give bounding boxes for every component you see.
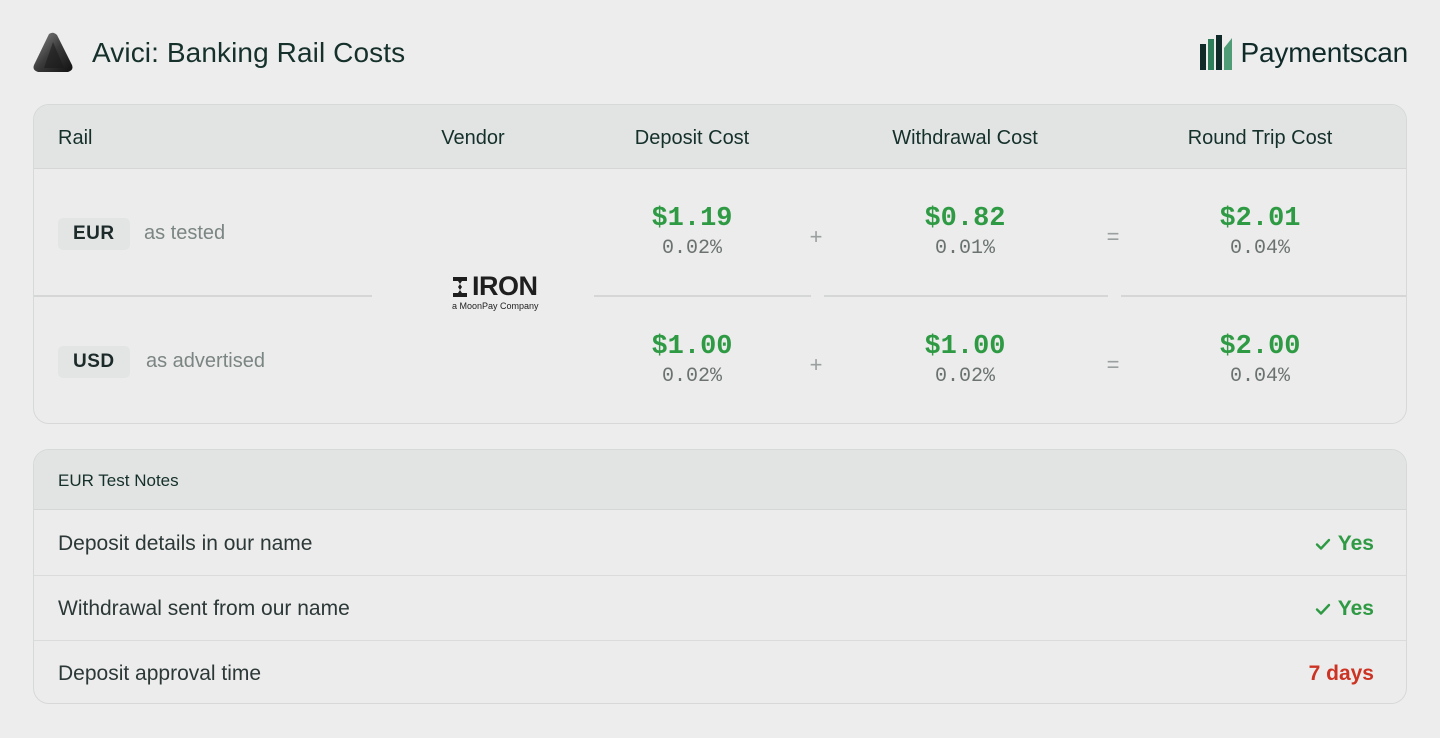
round-trip-amount: $2.00	[1219, 332, 1301, 362]
paymentscan-logo-icon	[1199, 35, 1232, 70]
rail-badge-eur: EUR	[58, 218, 130, 250]
rail-costs-table: Rail Vendor Deposit Cost Withdrawal Cost…	[33, 104, 1407, 424]
row-divider	[576, 295, 811, 297]
vendor-tagline: a MoonPay Company	[452, 301, 539, 311]
equals-operator: =	[1106, 224, 1120, 249]
note-label: Deposit approval time	[58, 662, 262, 685]
withdrawal-amount: $0.82	[924, 204, 1006, 234]
column-header-vendor: Vendor	[441, 127, 505, 149]
iron-mark-icon	[453, 276, 467, 297]
iron-wordmark: IRON	[452, 271, 538, 302]
notes-title: EUR Test Notes	[34, 450, 1406, 510]
withdrawal-amount: $1.00	[924, 332, 1006, 362]
plus-operator: +	[809, 352, 823, 377]
note-label: Deposit details in our name	[58, 532, 313, 555]
note-value-text: 7 days	[1308, 662, 1374, 685]
paymentscan-logo: Paymentscan	[1199, 34, 1408, 72]
eur-test-notes: EUR Test Notes Deposit details in our na…	[33, 449, 1407, 704]
note-value-text: Yes	[1337, 597, 1374, 620]
paymentscan-brand-name: Paymentscan	[1240, 37, 1409, 68]
rail-note: as advertised	[146, 350, 265, 372]
column-header-round-trip-cost: Round Trip Cost	[1187, 127, 1333, 149]
rail-badge-usd: USD	[58, 346, 130, 378]
note-label: Withdrawal sent from our name	[58, 597, 350, 620]
withdrawal-percent: 0.02%	[934, 365, 995, 388]
column-header-withdrawal-cost: Withdrawal Cost	[892, 127, 1038, 149]
note-value: 7 days	[1308, 641, 1374, 703]
withdrawal-cost-eur: $0.82 0.01%	[865, 203, 1065, 263]
note-row: Deposit details in our name Yes	[34, 511, 1406, 576]
row-divider	[34, 295, 372, 297]
equals-operator: =	[1106, 352, 1120, 377]
deposit-amount: $1.19	[651, 204, 733, 234]
note-value: Yes	[1314, 576, 1374, 641]
note-value-text: Yes	[1337, 532, 1374, 555]
column-header-rail: Rail	[58, 127, 93, 149]
vendor-name: IRON	[472, 271, 538, 301]
row-divider	[824, 295, 1108, 297]
round-trip-cost-usd: $2.00 0.04%	[1160, 331, 1360, 391]
note-row: Withdrawal sent from our name Yes	[34, 576, 1406, 641]
plus-operator: +	[809, 224, 823, 249]
rail-note: as tested	[144, 222, 226, 244]
check-icon	[1315, 538, 1330, 550]
withdrawal-percent: 0.01%	[934, 237, 995, 260]
note-row: Deposit approval time 7 days	[34, 641, 1406, 703]
deposit-percent: 0.02%	[661, 237, 722, 260]
round-trip-percent: 0.04%	[1229, 237, 1290, 260]
page-header: Avici: Banking Rail Costs Paymentscan	[0, 0, 1440, 104]
vendor-logo-iron: IRON a MoonPay Company	[418, 271, 594, 321]
row-divider	[1121, 295, 1406, 297]
round-trip-cost-eur: $2.01 0.04%	[1160, 203, 1360, 263]
check-icon	[1315, 603, 1330, 615]
avici-logo-icon	[33, 32, 73, 72]
round-trip-percent: 0.04%	[1229, 365, 1290, 388]
deposit-cost-eur: $1.19 0.02%	[592, 203, 792, 263]
table-header: Rail Vendor Deposit Cost Withdrawal Cost…	[34, 105, 1406, 169]
column-header-deposit-cost: Deposit Cost	[634, 127, 750, 149]
round-trip-amount: $2.01	[1219, 204, 1301, 234]
deposit-cost-usd: $1.00 0.02%	[592, 331, 792, 391]
note-value: Yes	[1314, 511, 1374, 576]
withdrawal-cost-usd: $1.00 0.02%	[865, 331, 1065, 391]
page-title: Avici: Banking Rail Costs	[92, 37, 406, 68]
deposit-amount: $1.00	[651, 332, 733, 362]
deposit-percent: 0.02%	[661, 365, 722, 388]
